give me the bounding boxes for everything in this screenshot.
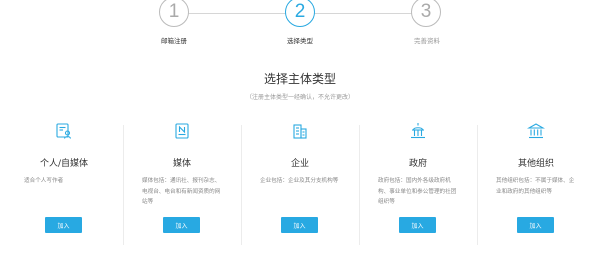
join-personal-button[interactable]: 加入 — [45, 217, 82, 233]
newspaper-icon — [173, 122, 191, 140]
card-description: 媒体包括：通讯社、报刊杂志、电视台、电台和有新闻资质的网站等 — [142, 178, 221, 205]
card-title: 媒体 — [172, 159, 191, 169]
page-subtitle: （注册主体类型一经确认，不允许更改） — [245, 94, 354, 101]
step-1-circle: 1 — [159, 0, 189, 27]
page-title: 选择主体类型 — [263, 72, 336, 86]
step-3-circle: 3 — [411, 0, 441, 27]
step-connector — [313, 13, 413, 14]
registration-stepper: 1 2 3 邮箱注册 选择类型 完善资料 — [0, 0, 600, 50]
step-3-label: 完善资料 — [414, 37, 440, 45]
join-other-organization-button[interactable]: 加入 — [517, 217, 554, 233]
card-title: 个人/自媒体 — [39, 159, 89, 169]
card-enterprise: 企业 企业包括：企业及其分支机构等 加入 — [241, 120, 359, 270]
card-media: 媒体 媒体包括：通讯社、报刊杂志、电视台、电台和有新闻资质的网站等 加入 — [123, 120, 241, 270]
card-description: 其他组织包括：不属于媒体、企业和政府的其他组织等 — [496, 178, 575, 195]
card-other-organization: 其他组织 其他组织包括：不属于媒体、企业和政府的其他组织等 加入 — [477, 120, 595, 270]
card-description: 适合个人写作者 — [24, 178, 64, 184]
join-media-button[interactable]: 加入 — [163, 217, 200, 233]
entity-type-list: 个人/自媒体 适合个人写作者 加入 媒体 媒体包括：通讯社、报刊杂志、电视台、电… — [5, 120, 595, 270]
card-description: 企业包括：企业及其分支机构等 — [260, 178, 339, 184]
card-title: 其他组织 — [517, 159, 554, 169]
card-title: 企业 — [290, 159, 309, 169]
card-personal: 个人/自媒体 适合个人写作者 加入 — [5, 120, 123, 270]
card-title: 政府 — [408, 159, 427, 169]
join-government-button[interactable]: 加入 — [399, 217, 436, 233]
card-government: 政府 政府包括：国内外各级政府机构、事业单位和参公管理的社团组织等 加入 — [359, 120, 477, 270]
institution-icon — [527, 122, 545, 140]
step-2-label: 选择类型 — [287, 37, 313, 45]
card-description: 政府包括：国内外各级政府机构、事业单位和参公管理的社团组织等 — [378, 178, 457, 205]
step-2-circle: 2 — [285, 0, 315, 27]
person-id-icon — [55, 122, 73, 140]
step-connector — [187, 13, 287, 14]
step-1-label: 邮箱注册 — [161, 37, 187, 45]
join-enterprise-button[interactable]: 加入 — [281, 217, 318, 233]
government-icon — [409, 122, 427, 140]
building-icon — [291, 122, 309, 140]
